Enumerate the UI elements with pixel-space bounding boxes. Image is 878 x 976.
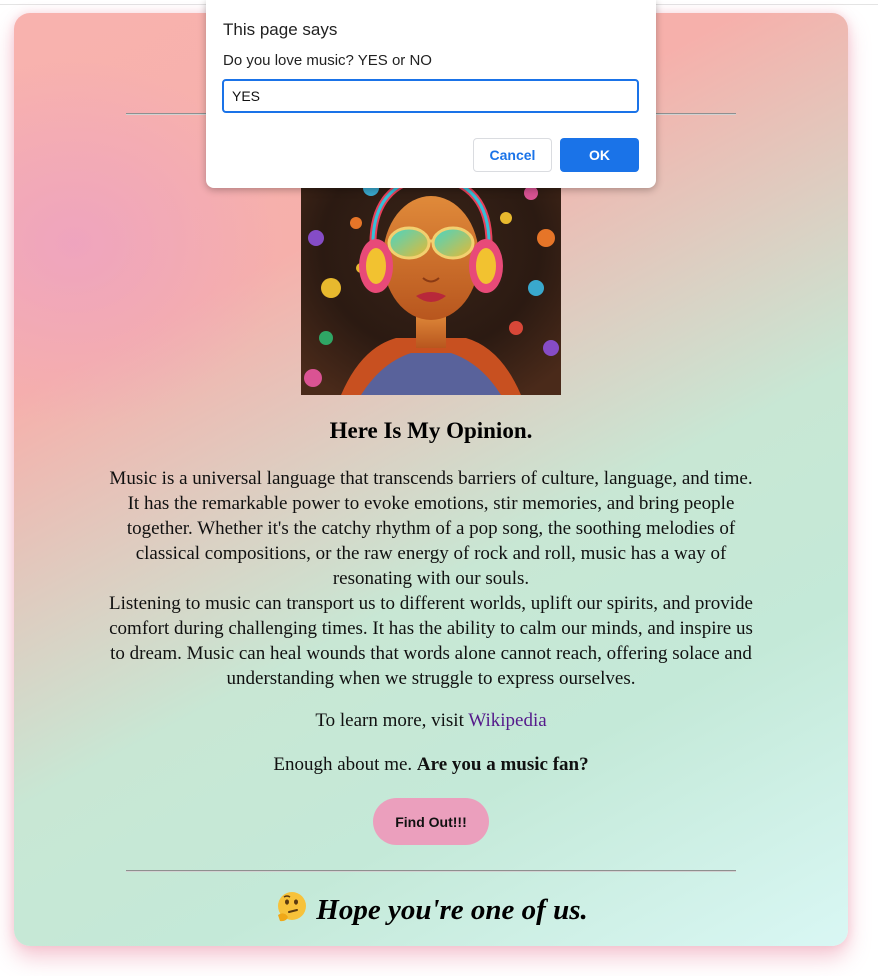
fan-prefix: Enough about me.	[273, 754, 417, 775]
dialog-message: Do you love music? YES or NO	[223, 52, 432, 69]
closing-line: Hope you're one of us.	[14, 891, 848, 927]
fan-question: Are you a music fan?	[416, 754, 589, 775]
learn-more-prefix: To learn more, visit	[315, 710, 469, 731]
fan-question-line: Enough about me. Are you a music fan?	[14, 754, 848, 776]
wikipedia-link[interactable]: Wikipedia	[468, 710, 546, 731]
find-out-button[interactable]: Find Out!!!	[373, 798, 489, 845]
closing-text: Hope you're one of us.	[316, 894, 588, 926]
dialog-title: This page says	[223, 20, 338, 39]
dialog-cancel-button[interactable]: Cancel	[473, 138, 552, 172]
dialog-answer-input[interactable]	[222, 79, 639, 113]
opinion-paragraph-2: Listening to music can transport us to d…	[109, 593, 753, 689]
dialog-ok-button[interactable]: OK	[560, 138, 639, 172]
opinion-paragraph-1: Music is a universal language that trans…	[109, 468, 753, 589]
opinion-heading: Here Is My Opinion.	[329, 418, 533, 443]
learn-more-line: To learn more, visit Wikipedia	[14, 710, 848, 732]
prompt-dialog: This page says Do you love music? YES or…	[206, 0, 656, 188]
bottom-horizontal-rule	[126, 870, 736, 872]
thinking-face-icon	[274, 891, 310, 923]
